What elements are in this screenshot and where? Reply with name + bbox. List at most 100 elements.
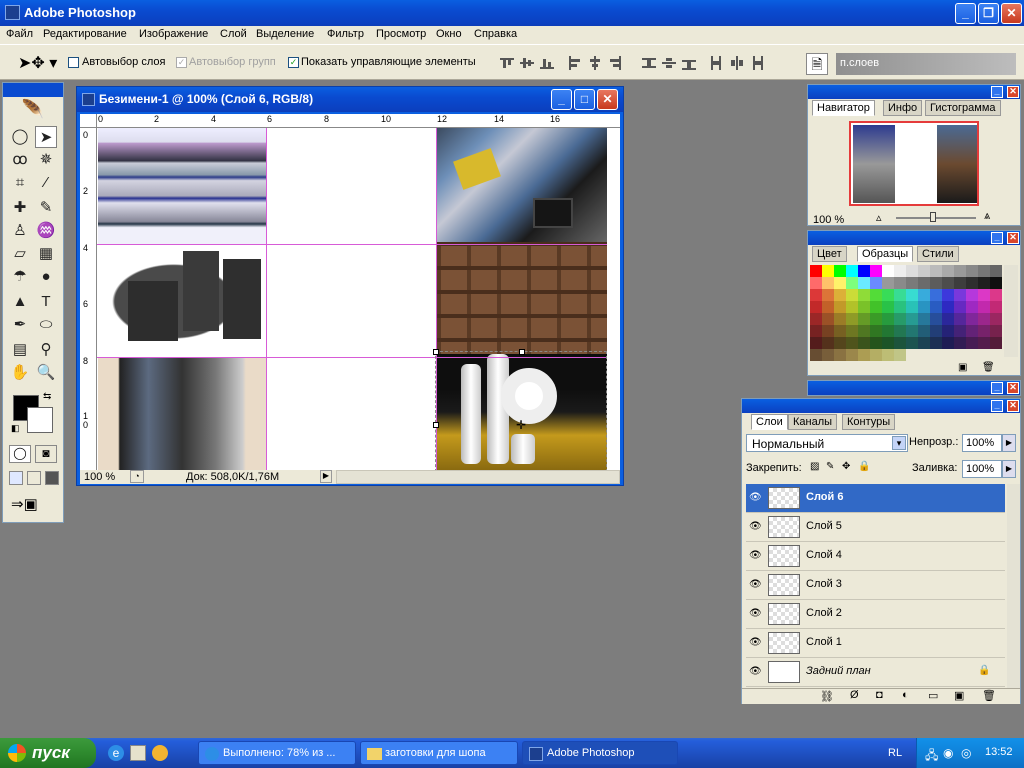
tab-info[interactable]: Инфо	[883, 100, 923, 116]
color-swatch[interactable]	[882, 325, 894, 337]
color-swatch[interactable]	[966, 277, 978, 289]
color-swatch[interactable]	[942, 313, 954, 325]
network-icon[interactable]: 🖧	[925, 746, 938, 767]
color-swatch[interactable]	[846, 349, 858, 361]
lock-position-icon[interactable]: ✥	[842, 461, 850, 472]
color-swatch[interactable]	[930, 289, 942, 301]
color-swatch[interactable]	[822, 301, 834, 313]
screen-mode-full-menu-icon[interactable]	[27, 471, 41, 485]
color-swatch[interactable]	[942, 301, 954, 313]
zoom-slider[interactable]	[896, 212, 976, 222]
color-swatch[interactable]	[822, 289, 834, 301]
dodge-tool-icon[interactable]: ●	[35, 266, 57, 288]
quicklaunch-icon[interactable]	[152, 745, 168, 761]
menu-layer[interactable]: Слой	[220, 28, 247, 40]
ruler-top[interactable]: 0 2 4 6 8 10 12 14 16	[97, 114, 620, 128]
menu-filter[interactable]: Фильтр	[327, 28, 364, 40]
color-swatch[interactable]	[966, 313, 978, 325]
color-swatch[interactable]	[918, 277, 930, 289]
color-swatch[interactable]	[990, 337, 1002, 349]
color-swatch[interactable]	[870, 289, 882, 301]
color-swatch[interactable]	[810, 277, 822, 289]
menu-image[interactable]: Изображение	[139, 28, 208, 40]
delete-swatch-icon[interactable]: 🗑	[982, 362, 995, 373]
color-swatch[interactable]	[990, 313, 1002, 325]
color-swatch[interactable]	[834, 337, 846, 349]
lock-all-icon[interactable]: 🔒	[858, 461, 870, 472]
quick-mask-mode-icon[interactable]: ◙	[35, 445, 57, 463]
color-swatch[interactable]	[894, 337, 906, 349]
color-swatch[interactable]	[990, 289, 1002, 301]
color-swatch[interactable]	[810, 325, 822, 337]
start-button[interactable]: пуск	[0, 738, 96, 768]
move-tool-preset-icon[interactable]: ➤✥ ▾	[18, 53, 57, 73]
show-controls-checkbox[interactable]: ✓	[288, 57, 299, 68]
color-swatch[interactable]	[966, 265, 978, 277]
color-swatch[interactable]	[978, 265, 990, 277]
color-swatch[interactable]	[930, 337, 942, 349]
type-tool-icon[interactable]: T	[35, 291, 57, 313]
layer-row[interactable]: 👁 Слой 6	[746, 484, 1005, 513]
new-swatch-icon[interactable]: ▣	[958, 362, 967, 373]
menu-view[interactable]: Просмотр	[376, 28, 426, 40]
opacity-arrow-icon[interactable]: ▶	[1002, 434, 1016, 452]
color-swatch[interactable]	[894, 265, 906, 277]
layer-row[interactable]: 👁 Слой 5	[746, 513, 1005, 542]
swatches-scrollbar[interactable]	[1004, 265, 1018, 357]
color-swatch[interactable]	[846, 265, 858, 277]
color-swatch[interactable]	[834, 277, 846, 289]
new-group-icon[interactable]: ▭	[928, 689, 938, 702]
ruler-left[interactable]: 0 2 4 6 8 1 0	[80, 128, 97, 470]
color-swatch[interactable]	[990, 301, 1002, 313]
color-swatch[interactable]	[882, 349, 894, 361]
color-swatch[interactable]	[978, 289, 990, 301]
swap-colors-icon[interactable]: ⇆	[43, 391, 51, 402]
color-swatch[interactable]	[978, 337, 990, 349]
status-menu-arrow-icon[interactable]: ▶	[320, 470, 332, 483]
restore-button[interactable]: ❐	[978, 3, 999, 24]
path-select-tool-icon[interactable]: ▲	[9, 291, 31, 313]
palette-well[interactable]: п.слоев	[836, 53, 1016, 75]
marquee-tool-icon[interactable]: ◯	[9, 126, 31, 148]
color-swatch[interactable]	[870, 301, 882, 313]
color-swatch[interactable]	[882, 337, 894, 349]
color-swatch[interactable]	[810, 289, 822, 301]
task-photoshop[interactable]: Adobe Photoshop	[522, 741, 678, 765]
visibility-eye-icon[interactable]: 👁	[749, 608, 762, 619]
color-swatch[interactable]	[810, 265, 822, 277]
color-swatch[interactable]	[858, 313, 870, 325]
color-swatch[interactable]	[810, 313, 822, 325]
healing-brush-tool-icon[interactable]: ✚	[9, 197, 31, 219]
color-swatch[interactable]	[990, 349, 1002, 361]
blend-mode-select[interactable]: Нормальный ▾	[746, 434, 908, 452]
tab-layers[interactable]: Слои	[751, 414, 788, 430]
color-swatch[interactable]	[894, 313, 906, 325]
color-swatch[interactable]	[954, 277, 966, 289]
swatches-minimize-button[interactable]: _	[991, 232, 1003, 244]
task-download[interactable]: Выполнено: 78% из ...	[198, 741, 356, 765]
navigator-minimize-button[interactable]: _	[991, 86, 1003, 98]
layers-scrollbar[interactable]	[1007, 484, 1020, 688]
distribute-right-icon[interactable]	[750, 56, 764, 70]
notes-tool-icon[interactable]: ▤	[9, 339, 31, 361]
background-color-swatch[interactable]	[27, 407, 53, 433]
hand-tool-icon[interactable]: ✋	[9, 362, 31, 384]
align-right-icon[interactable]	[608, 56, 622, 70]
color-swatch[interactable]	[954, 349, 966, 361]
color-swatch[interactable]	[906, 325, 918, 337]
color-swatch[interactable]	[882, 301, 894, 313]
color-swatch[interactable]	[930, 265, 942, 277]
antivirus-icon[interactable]: ◎	[961, 746, 971, 760]
layer-row[interactable]: 👁 Слой 2	[746, 600, 1005, 629]
color-swatch[interactable]	[846, 337, 858, 349]
color-swatch[interactable]	[810, 349, 822, 361]
color-swatch[interactable]	[954, 289, 966, 301]
color-swatch[interactable]	[834, 325, 846, 337]
align-vcenter-icon[interactable]	[520, 56, 534, 70]
autoselect-layer-checkbox[interactable]	[68, 57, 79, 68]
collapsed-minimize-button[interactable]: _	[991, 382, 1003, 394]
layer-row[interactable]: 👁 Слой 3	[746, 571, 1005, 600]
blur-tool-icon[interactable]: ☂	[9, 266, 31, 288]
color-swatch[interactable]	[966, 349, 978, 361]
doc-close-button[interactable]: ✕	[597, 89, 618, 110]
